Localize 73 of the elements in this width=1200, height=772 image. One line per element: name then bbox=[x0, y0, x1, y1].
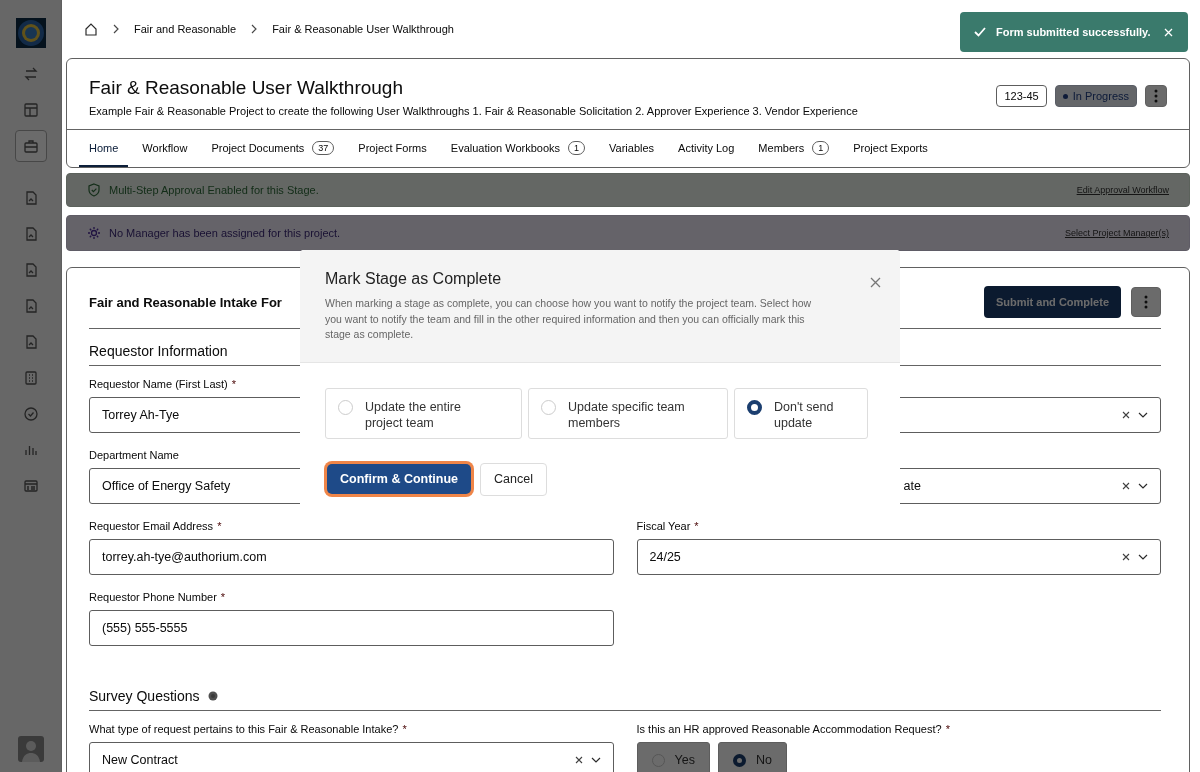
more-icon bbox=[1144, 295, 1148, 309]
nav-button[interactable] bbox=[14, 130, 47, 162]
section-title: Survey Questions bbox=[89, 688, 200, 704]
chevron-down-icon[interactable] bbox=[1138, 554, 1148, 560]
select-field[interactable]: 24/25 bbox=[636, 539, 1161, 575]
tab[interactable]: Project Exports bbox=[843, 130, 938, 167]
avatar[interactable] bbox=[17, 736, 44, 762]
tab[interactable]: Activity Log bbox=[668, 130, 745, 167]
check-icon bbox=[974, 27, 986, 37]
chevron-icon bbox=[112, 24, 120, 34]
tab[interactable]: Variables bbox=[599, 130, 665, 167]
field-label: What type of request pertains to this Fair & Reasonable Intake? bbox=[89, 723, 399, 737]
field-label: Is this an HR approved Reasonable Accommodation Request? bbox=[636, 723, 942, 737]
field-label: Requestor Name (First Last) bbox=[89, 378, 228, 392]
field-label: Requestor Phone Number bbox=[89, 591, 217, 605]
breadcrumb-link[interactable]: Fair and Reasonable bbox=[134, 23, 237, 35]
chevron-down-icon[interactable] bbox=[590, 757, 601, 763]
gear-icon bbox=[87, 226, 101, 240]
more-icon bbox=[1154, 89, 1158, 103]
radio-option[interactable]: Don't send update bbox=[734, 387, 868, 439]
field-label: Requestor Email Address bbox=[89, 520, 214, 534]
required-mark: * bbox=[231, 378, 237, 392]
field-label: Fiscal Year bbox=[636, 520, 691, 534]
banner-text: Multi-Step Approval Enabled for this Stage. bbox=[109, 184, 320, 196]
select-field[interactable]: New Contract bbox=[89, 742, 614, 772]
more-button[interactable] bbox=[1145, 85, 1167, 107]
modal-title: Mark Stage as Complete bbox=[325, 270, 503, 288]
info-icon[interactable] bbox=[207, 691, 218, 701]
form-title: Fair and Reasonable Intake For bbox=[89, 294, 282, 310]
required-mark: * bbox=[945, 723, 950, 737]
layout-icon bbox=[22, 102, 39, 118]
tab[interactable]: Project Documents 37 bbox=[201, 130, 345, 167]
swap-arrows-icon bbox=[22, 66, 39, 82]
toast-message: Form submitted successfully. bbox=[996, 26, 1152, 38]
required-mark: * bbox=[694, 520, 699, 534]
tab[interactable]: Evaluation Workbooks 1 bbox=[440, 130, 596, 167]
project-title: Fair & Reasonable User Walkthrough bbox=[89, 76, 404, 100]
close-button[interactable] bbox=[869, 276, 882, 289]
chevron-icon bbox=[250, 24, 259, 34]
input-field[interactable]: torrey.ah-tye@authorium.com bbox=[89, 539, 614, 575]
confirm-button[interactable]: Confirm & Continue bbox=[327, 463, 472, 494]
tab[interactable]: Workflow bbox=[132, 130, 198, 167]
calculator-icon bbox=[22, 370, 39, 386]
input-field[interactable]: (555) 555-5555 bbox=[89, 610, 614, 646]
clear-icon[interactable] bbox=[1122, 482, 1130, 490]
required-mark: * bbox=[217, 520, 222, 534]
required-mark: * bbox=[220, 591, 226, 605]
home-icon[interactable] bbox=[84, 22, 98, 36]
status-badge: In Progress bbox=[1054, 85, 1137, 107]
cancel-button[interactable]: Cancel bbox=[480, 462, 547, 496]
banner-text: No Manager has been assigned for this project. bbox=[109, 227, 342, 239]
check-circle-icon bbox=[22, 406, 39, 422]
radio-option[interactable]: Update the entire project team bbox=[325, 387, 522, 439]
tab[interactable]: Project Forms bbox=[348, 130, 437, 167]
section-title: Requestor Information bbox=[89, 343, 228, 359]
tab[interactable]: Members 1 bbox=[748, 130, 840, 167]
tab[interactable]: Home bbox=[79, 130, 129, 167]
chevron-down-icon[interactable] bbox=[1138, 412, 1148, 418]
field-label: Department Name bbox=[89, 449, 179, 463]
seal-logo bbox=[15, 18, 46, 48]
clear-icon[interactable] bbox=[1122, 553, 1130, 561]
shield-check-icon bbox=[87, 183, 101, 197]
required-mark: * bbox=[402, 723, 407, 737]
briefcase-icon bbox=[22, 138, 39, 154]
modal-description: When marking a stage as complete, you can choose how you want to notify the project team. Select how you want to notify the team and fill in the other required information and then you can officially mark this stage as complete. bbox=[325, 296, 813, 342]
breadcrumb-link[interactable]: Fair & Reasonable User Walkthrough bbox=[272, 23, 454, 35]
project-description: Example Fair & Reasonable Project to create the following User Walkthroughs 1. Fair & Reasonable Solicitation 2. Approver Experience 3. Vendor Experience bbox=[89, 105, 859, 117]
chevron-down-icon[interactable] bbox=[1138, 483, 1148, 489]
list-icon bbox=[22, 478, 39, 494]
project-code: 123-45 bbox=[996, 85, 1047, 107]
radio-option[interactable]: Update specific team members bbox=[528, 387, 728, 439]
clear-icon[interactable] bbox=[574, 756, 583, 764]
clear-icon[interactable] bbox=[1122, 411, 1130, 419]
